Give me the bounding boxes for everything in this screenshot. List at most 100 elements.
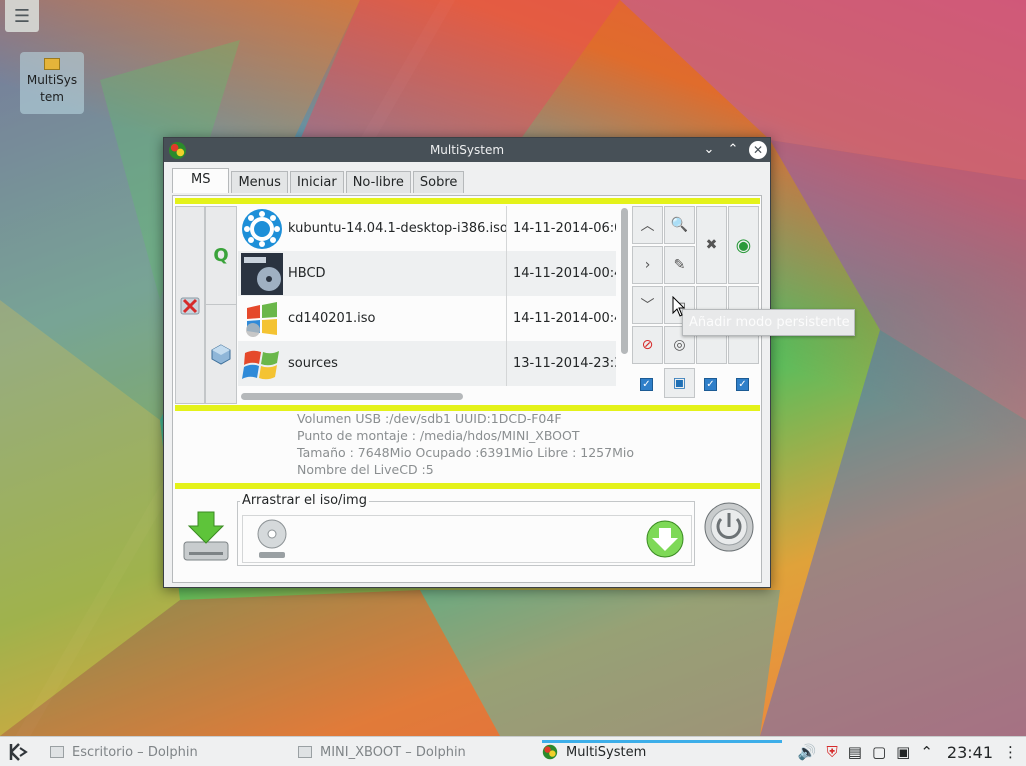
task-label: MultiSystem xyxy=(566,744,647,760)
tab-ms[interactable]: MS xyxy=(172,168,230,193)
windows-setup-icon xyxy=(240,297,284,341)
usb-volume-text: Volumen USB :/dev/sdb1 UUID:1DCD-F04F xyxy=(297,411,562,426)
maximize-button[interactable]: ⌃ xyxy=(724,141,742,159)
search-icon: 🔍 xyxy=(670,217,689,233)
cancel-button[interactable]: ⊘ xyxy=(632,326,663,364)
iso-drop-zone[interactable] xyxy=(242,515,692,563)
task-label: MINI_XBOOT – Dolphin xyxy=(320,744,466,760)
multisystem-window: MultiSystem ⌄ ⌃ ✕ MS Menus Iniciar No-li… xyxy=(163,137,771,588)
size-text: Tamaño : 7648Mio Ocupado :6391Mio Libre … xyxy=(297,445,634,460)
delete-icon xyxy=(180,297,200,315)
expand-button[interactable]: › xyxy=(632,246,663,284)
network-icon[interactable]: ▣ xyxy=(896,743,910,761)
qemu-icon: Q xyxy=(213,245,229,266)
tooltip: Añadir modo persistente xyxy=(682,309,855,336)
qemu-button[interactable]: Q xyxy=(206,207,236,305)
shield-icon[interactable]: ⛨ xyxy=(826,743,837,761)
dolphin-icon xyxy=(50,746,64,758)
panel-options-icon[interactable]: ⋮ xyxy=(1003,743,1018,761)
iso-date: 13-11-2014-23:3 xyxy=(506,341,616,386)
minimize-button[interactable]: ⌄ xyxy=(700,141,718,159)
stop-icon: ⊘ xyxy=(641,337,654,353)
mount-point-text: Punto de montaje : /media/hdos/MINI_XBOO… xyxy=(297,428,580,443)
mouse-cursor-icon xyxy=(672,296,686,317)
grub-button[interactable]: ▣ xyxy=(664,368,695,398)
install-disk-icon[interactable] xyxy=(181,508,231,564)
iso-list[interactable]: kubuntu-14.04.1-desktop-i386.iso 14-11-2… xyxy=(238,206,616,386)
chevron-right-icon: › xyxy=(644,257,651,273)
add-iso-icon[interactable] xyxy=(645,519,685,559)
iso-name: kubuntu-14.04.1-desktop-i386.iso xyxy=(288,221,506,236)
cd-icon: ◎ xyxy=(673,337,686,353)
search-button[interactable]: 🔍 xyxy=(664,206,695,244)
cd-drive-icon xyxy=(257,519,287,558)
clock[interactable]: 23:41 xyxy=(947,743,993,762)
iso-name: sources xyxy=(288,356,338,371)
edit-button[interactable]: ✎ xyxy=(664,246,695,284)
power-icon[interactable] xyxy=(703,501,755,553)
usb-info: Volumen USB :/dev/sdb1 UUID:1DCD-F04F Pu… xyxy=(297,410,634,478)
livecd-name-text: Nombre del LiveCD :5 xyxy=(297,462,434,477)
desktop-icon-label: MultiSys tem xyxy=(26,73,78,104)
horizontal-scrollbar[interactable] xyxy=(241,393,463,400)
windows-icon xyxy=(240,342,284,386)
vm-button-column: Q xyxy=(205,206,237,404)
chevron-up-icon: ︿ xyxy=(640,218,655,234)
edit-icon: ✎ xyxy=(673,257,686,273)
drop-iso-group: Arrastrar el iso/img xyxy=(237,493,695,566)
desktop-toolbox-button[interactable]: ☰ xyxy=(5,0,39,32)
iso-name: cd140201.iso xyxy=(288,311,376,326)
virtualbox-button[interactable] xyxy=(206,305,236,403)
chevron-down-icon: ﹀ xyxy=(640,298,655,314)
list-item[interactable]: sources 13-11-2014-23:3 xyxy=(238,341,616,386)
multisystem-app-icon xyxy=(168,141,187,160)
task-multisystem[interactable]: MultiSystem xyxy=(542,737,783,766)
titlebar[interactable]: MultiSystem ⌄ ⌃ ✕ xyxy=(164,138,770,162)
hamburger-icon: ☰ xyxy=(13,5,31,27)
dolphin-icon xyxy=(298,746,312,758)
iso-date: 14-11-2014-00:4 xyxy=(506,296,616,341)
delete-column-button[interactable] xyxy=(175,206,205,404)
tab-menus[interactable]: Menus xyxy=(231,171,288,193)
kubuntu-icon xyxy=(240,207,284,251)
tab-bar: MS Menus Iniciar No-libre Sobre xyxy=(172,168,466,193)
multisystem-task-icon xyxy=(542,744,558,760)
desktop-icon-multisystem[interactable]: MultiSys tem xyxy=(20,52,84,114)
virtualbox-icon xyxy=(211,344,231,365)
close-button[interactable]: ✕ xyxy=(749,141,767,159)
download-web-button[interactable]: ◉ xyxy=(728,206,759,284)
task-mini-xboot-dolphin[interactable]: MINI_XBOOT – Dolphin xyxy=(298,737,466,766)
checkbox-b[interactable]: ✓ xyxy=(704,378,717,391)
accent-bar-bottom xyxy=(175,483,760,489)
checkbox-a[interactable]: ✓ xyxy=(640,378,653,391)
move-up-button[interactable]: ︿ xyxy=(632,206,663,244)
usb-device-icon[interactable]: ▤ xyxy=(848,743,862,761)
list-item[interactable]: HBCD 14-11-2014-00:4 xyxy=(238,251,616,296)
list-item[interactable]: cd140201.iso 14-11-2014-00:4 xyxy=(238,296,616,341)
task-escritorio-dolphin[interactable]: Escritorio – Dolphin xyxy=(50,737,198,766)
iso-name: HBCD xyxy=(288,266,326,281)
ms-tab-panel: Q kubuntu-14.04.1-desktop-i386.iso 14-11… xyxy=(172,195,762,583)
taskbar: Escritorio – Dolphin MINI_XBOOT – Dolphi… xyxy=(0,736,1026,766)
volume-icon[interactable]: 🔊 xyxy=(798,743,817,761)
window-title: MultiSystem xyxy=(429,143,505,157)
iso-date: 14-11-2014-00:4 xyxy=(506,251,616,296)
accent-bar-top xyxy=(175,198,760,204)
move-down-button[interactable]: ﹀ xyxy=(632,286,663,324)
drop-label: Arrastrar el iso/img xyxy=(240,493,369,508)
clipboard-icon[interactable]: ▢ xyxy=(872,743,886,761)
kde-launcher-icon[interactable] xyxy=(8,742,30,762)
globe-download-icon: ◉ xyxy=(735,234,752,256)
tools-icon: ✖ xyxy=(705,237,718,253)
tools-button[interactable]: ✖ xyxy=(696,206,727,284)
vertical-scrollbar[interactable] xyxy=(621,208,628,354)
system-tray: 🔊 ⛨ ▤ ▢ ▣ ⌃ 23:41 ⋮ xyxy=(798,737,1018,766)
tab-iniciar[interactable]: Iniciar xyxy=(289,171,344,193)
tab-sobre[interactable]: Sobre xyxy=(412,171,465,193)
list-item[interactable]: kubuntu-14.04.1-desktop-i386.iso 14-11-2… xyxy=(238,206,616,251)
tab-no-libre[interactable]: No-libre xyxy=(345,171,411,193)
chevron-up-icon[interactable]: ⌃ xyxy=(920,743,933,761)
iso-date: 14-11-2014-06:0 xyxy=(506,206,616,251)
book-icon: ▣ xyxy=(672,375,687,391)
checkbox-c[interactable]: ✓ xyxy=(736,378,749,391)
